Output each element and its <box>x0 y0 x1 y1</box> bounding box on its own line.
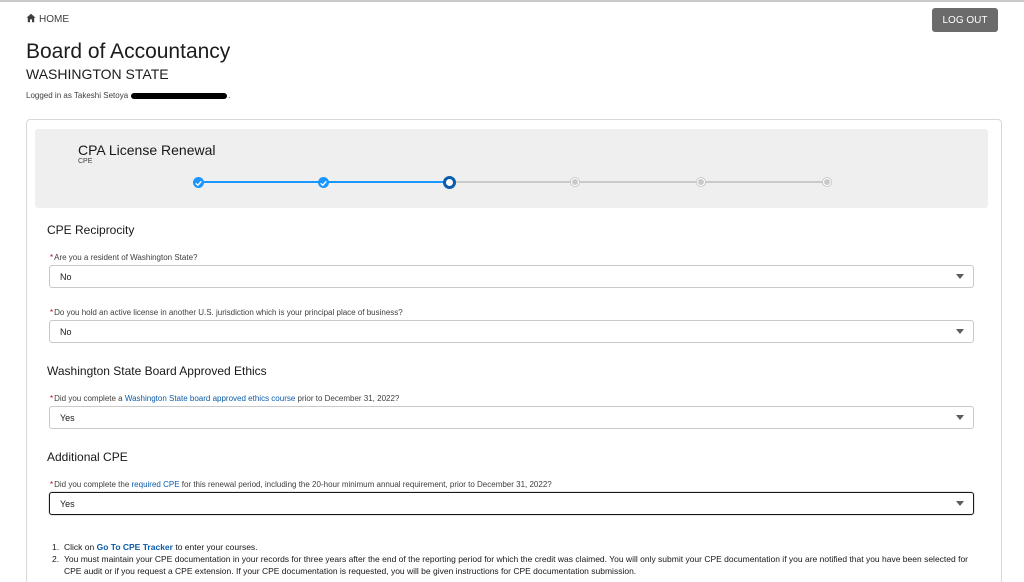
select-value: No <box>60 326 72 337</box>
required-cpe-select[interactable]: Yes <box>49 492 974 515</box>
question-label-resident: *Are you a resident of Washington State? <box>50 253 197 262</box>
check-icon <box>194 174 202 192</box>
item-number: 1. <box>52 542 60 552</box>
instruction-item: 2. You must maintain your CPE documentat… <box>52 553 982 577</box>
question-text-start: Did you complete the <box>54 480 132 489</box>
path-title: CPA License Renewal <box>78 142 216 158</box>
page-title: Board of Accountancy <box>26 40 231 63</box>
question-text: Are you a resident of Washington State? <box>54 253 198 262</box>
item-number: 2. <box>52 554 60 564</box>
redaction-mark <box>131 92 228 99</box>
progress-step-upcoming[interactable] <box>823 178 831 186</box>
question-text-end: for this renewal period, including the 2… <box>179 480 552 489</box>
required-marker: * <box>50 480 54 489</box>
select-value: Yes <box>60 498 75 509</box>
check-icon <box>320 174 327 192</box>
page-subtitle: WASHINGTON STATE <box>26 66 169 82</box>
other-license-select[interactable]: No <box>49 320 974 343</box>
question-label-ethics: *Did you complete a Washington State boa… <box>50 394 399 403</box>
logged-in-status: Logged in as Takeshi Setoya . <box>26 91 230 100</box>
section-title-additional: Additional CPE <box>47 450 128 464</box>
ethics-select[interactable]: Yes <box>49 406 974 429</box>
question-label-other-license: *Do you hold an active license in anothe… <box>50 308 403 317</box>
instruction-text-end: to enter your courses. <box>172 542 258 552</box>
instruction-text-start: Click on <box>64 542 97 552</box>
section-title-reciprocity: CPE Reciprocity <box>47 223 135 237</box>
question-text-start: Did you complete a <box>54 394 125 403</box>
caret-down-icon <box>956 274 964 279</box>
cpe-tracker-link[interactable]: Go To CPE Tracker <box>97 542 173 552</box>
caret-down-icon <box>956 415 964 420</box>
logout-button[interactable]: LOG OUT <box>932 8 998 32</box>
caret-down-icon <box>956 329 964 334</box>
logged-in-text: Logged in as Takeshi Setoya <box>26 91 129 100</box>
required-cpe-link[interactable]: required CPE <box>132 480 180 489</box>
instructions-list: 1. Click on Go To CPE Tracker to enter y… <box>52 541 982 577</box>
required-marker: * <box>50 253 54 262</box>
ethics-course-link[interactable]: Washington State board approved ethics c… <box>125 394 295 403</box>
instruction-text: You must maintain your CPE documentation… <box>64 554 969 576</box>
question-text: Do you hold an active license in another… <box>54 308 403 317</box>
progress-step-complete[interactable] <box>192 177 204 188</box>
home-label: HOME <box>39 14 69 25</box>
caret-down-icon <box>956 501 964 506</box>
question-text-end: prior to December 31, 2022? <box>295 394 400 403</box>
question-label-required-cpe: *Did you complete the required CPE for t… <box>50 480 552 489</box>
progress-step-current[interactable] <box>443 176 457 189</box>
top-border <box>0 0 1024 2</box>
resident-select[interactable]: No <box>49 265 974 288</box>
home-icon <box>26 13 36 26</box>
section-title-ethics: Washington State Board Approved Ethics <box>47 364 267 378</box>
home-link[interactable]: HOME <box>26 13 69 26</box>
required-marker: * <box>50 308 54 317</box>
progress-path-panel <box>35 129 988 208</box>
instruction-item: 1. Click on Go To CPE Tracker to enter y… <box>52 541 982 553</box>
select-value: Yes <box>60 412 75 423</box>
required-marker: * <box>50 394 54 403</box>
path-subtitle: CPE <box>78 158 93 165</box>
logged-in-suffix: . <box>228 91 231 100</box>
select-value: No <box>60 271 72 282</box>
